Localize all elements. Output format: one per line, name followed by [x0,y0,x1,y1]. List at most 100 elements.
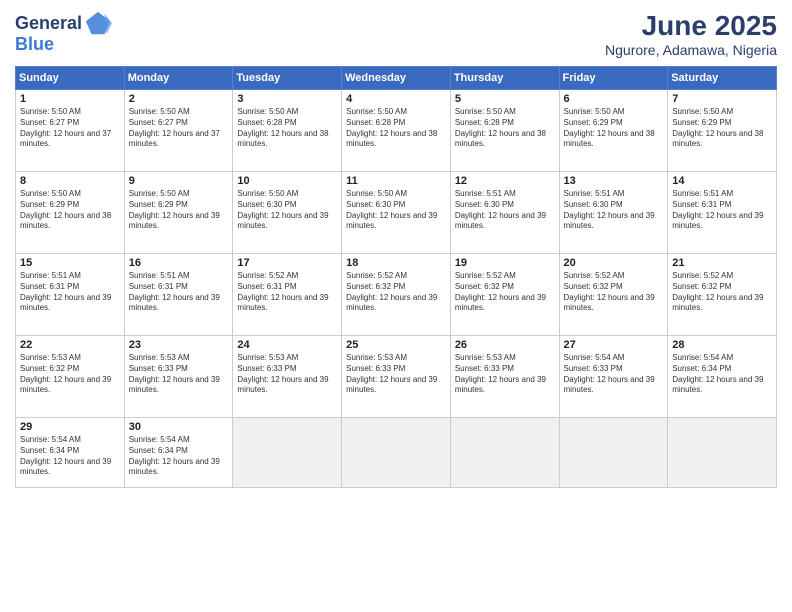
cell-info: Sunrise: 5:51 AMSunset: 6:30 PMDaylight:… [455,189,555,232]
calendar-cell: 6 Sunrise: 5:50 AMSunset: 6:29 PMDaylight… [559,90,668,172]
day-number: 18 [346,257,446,269]
calendar-cell: 19 Sunrise: 5:52 AMSunset: 6:32 PMDayligh… [450,254,559,336]
calendar-cell: 17 Sunrise: 5:52 AMSunset: 6:31 PMDayligh… [233,254,342,336]
cell-info: Sunrise: 5:50 AMSunset: 6:29 PMDaylight:… [129,189,229,232]
cell-info: Sunrise: 5:50 AMSunset: 6:28 PMDaylight:… [346,107,446,150]
calendar-cell [233,418,342,488]
cell-info: Sunrise: 5:50 AMSunset: 6:30 PMDaylight:… [237,189,337,232]
calendar-day-header: Friday [559,67,668,90]
day-number: 5 [455,93,555,105]
calendar-cell: 14 Sunrise: 5:51 AMSunset: 6:31 PMDayligh… [668,172,777,254]
calendar-cell: 8Sunrise: 5:50 AMSunset: 6:29 PMDaylight… [16,172,125,254]
day-number: 30 [129,421,229,433]
calendar-cell: 30Sunrise: 5:54 AMSunset: 6:34 PMDayligh… [124,418,233,488]
cell-info: Sunrise: 5:51 AMSunset: 6:31 PMDaylight:… [20,271,120,314]
calendar-header-row: SundayMondayTuesdayWednesdayThursdayFrid… [16,67,777,90]
cell-info: Sunrise: 5:53 AMSunset: 6:33 PMDaylight:… [455,353,555,396]
calendar-day-header: Monday [124,67,233,90]
cell-info: Sunrise: 5:50 AMSunset: 6:29 PMDaylight:… [672,107,772,150]
cell-info: Sunrise: 5:52 AMSunset: 6:31 PMDaylight:… [237,271,337,314]
title-block: June 2025 Ngurore, Adamawa, Nigeria [605,10,777,58]
calendar-cell: 26 Sunrise: 5:53 AMSunset: 6:33 PMDayligh… [450,336,559,418]
calendar-cell: 15 Sunrise: 5:51 AMSunset: 6:31 PMDayligh… [16,254,125,336]
day-number: 6 [564,93,664,105]
calendar-cell: 20 Sunrise: 5:52 AMSunset: 6:32 PMDayligh… [559,254,668,336]
header: General Blue June 2025 Ngurore, Adamawa,… [15,10,777,58]
cell-info: Sunrise: 5:54 AMSunset: 6:33 PMDaylight:… [564,353,664,396]
day-number: 9 [129,175,229,187]
calendar-cell: 3Sunrise: 5:50 AMSunset: 6:28 PMDaylight… [233,90,342,172]
day-number: 29 [20,421,120,433]
calendar-cell: 22Sunrise: 5:53 AMSunset: 6:32 PMDayligh… [16,336,125,418]
calendar-cell: 16 Sunrise: 5:51 AMSunset: 6:31 PMDayligh… [124,254,233,336]
calendar-day-header: Wednesday [342,67,451,90]
calendar-cell [559,418,668,488]
calendar-cell: 2 Sunrise: 5:50 AMSunset: 6:27 PMDaylight… [124,90,233,172]
cell-info: Sunrise: 5:53 AMSunset: 6:33 PMDaylight:… [346,353,446,396]
cell-info: Sunrise: 5:53 AMSunset: 6:32 PMDaylight:… [20,353,120,396]
day-number: 11 [346,175,446,187]
cell-info: Sunrise: 5:53 AMSunset: 6:33 PMDaylight:… [237,353,337,396]
cell-info: Sunrise: 5:54 AMSunset: 6:34 PMDaylight:… [20,435,120,478]
day-number: 21 [672,257,772,269]
cell-info: Sunrise: 5:51 AMSunset: 6:30 PMDaylight:… [564,189,664,232]
day-number: 14 [672,175,772,187]
day-number: 24 [237,339,337,351]
calendar-cell: 27 Sunrise: 5:54 AMSunset: 6:33 PMDayligh… [559,336,668,418]
logo-text: General [15,14,82,34]
day-number: 7 [672,93,772,105]
cell-info: Sunrise: 5:52 AMSunset: 6:32 PMDaylight:… [455,271,555,314]
calendar-week-row: 29 Sunrise: 5:54 AMSunset: 6:34 PMDayligh… [16,418,777,488]
day-number: 10 [237,175,337,187]
calendar-cell [668,418,777,488]
day-number: 17 [237,257,337,269]
cell-info: Sunrise: 5:51 AMSunset: 6:31 PMDaylight:… [672,189,772,232]
day-number: 4 [346,93,446,105]
day-number: 12 [455,175,555,187]
calendar-cell: 1Sunrise: 5:50 AMSunset: 6:27 PMDaylight… [16,90,125,172]
day-number: 16 [129,257,229,269]
cell-info: Sunrise: 5:50 AMSunset: 6:28 PMDaylight:… [237,107,337,150]
day-number: 20 [564,257,664,269]
logo-icon [84,10,112,38]
calendar-cell: 25 Sunrise: 5:53 AMSunset: 6:33 PMDayligh… [342,336,451,418]
day-number: 2 [129,93,229,105]
calendar-week-row: 15 Sunrise: 5:51 AMSunset: 6:31 PMDayligh… [16,254,777,336]
day-number: 15 [20,257,120,269]
calendar-day-header: Sunday [16,67,125,90]
day-number: 1 [20,93,120,105]
calendar-cell [342,418,451,488]
calendar-cell: 13Sunrise: 5:51 AMSunset: 6:30 PMDayligh… [559,172,668,254]
calendar-cell: 10 Sunrise: 5:50 AMSunset: 6:30 PMDayligh… [233,172,342,254]
calendar-week-row: 1 Sunrise: 5:50 AMSunset: 6:27 PMDaylight… [16,90,777,172]
calendar-day-header: Saturday [668,67,777,90]
day-number: 27 [564,339,664,351]
page: General Blue June 2025 Ngurore, Adamawa,… [0,0,792,612]
cell-info: Sunrise: 5:50 AMSunset: 6:28 PMDaylight:… [455,107,555,150]
calendar-week-row: 22Sunrise: 5:53 AMSunset: 6:32 PMDayligh… [16,336,777,418]
day-number: 25 [346,339,446,351]
cell-info: Sunrise: 5:51 AMSunset: 6:31 PMDaylight:… [129,271,229,314]
cell-info: Sunrise: 5:53 AMSunset: 6:33 PMDaylight:… [129,353,229,396]
cell-info: Sunrise: 5:52 AMSunset: 6:32 PMDaylight:… [346,271,446,314]
calendar-cell: 29 Sunrise: 5:54 AMSunset: 6:34 PMDayligh… [16,418,125,488]
day-number: 26 [455,339,555,351]
calendar-day-header: Thursday [450,67,559,90]
calendar-cell: 9 Sunrise: 5:50 AMSunset: 6:29 PMDaylight… [124,172,233,254]
location: Ngurore, Adamawa, Nigeria [605,42,777,58]
day-number: 28 [672,339,772,351]
day-number: 8 [20,175,120,187]
calendar-cell: 21 Sunrise: 5:52 AMSunset: 6:32 PMDayligh… [668,254,777,336]
day-number: 19 [455,257,555,269]
calendar-week-row: 8 Sunrise: 5:50 AMSunset: 6:29 PMDaylight… [16,172,777,254]
calendar-cell: 24 Sunrise: 5:53 AMSunset: 6:33 PMDayligh… [233,336,342,418]
cell-info: Sunrise: 5:50 AMSunset: 6:27 PMDaylight:… [129,107,229,150]
calendar-cell: 18 Sunrise: 5:52 AMSunset: 6:32 PMDayligh… [342,254,451,336]
calendar-day-header: Tuesday [233,67,342,90]
cell-info: Sunrise: 5:50 AMSunset: 6:29 PMDaylight:… [564,107,664,150]
calendar-cell: 4 Sunrise: 5:50 AMSunset: 6:28 PMDaylight… [342,90,451,172]
cell-info: Sunrise: 5:52 AMSunset: 6:32 PMDaylight:… [672,271,772,314]
calendar-cell: 5 Sunrise: 5:50 AMSunset: 6:28 PMDaylight… [450,90,559,172]
cell-info: Sunrise: 5:52 AMSunset: 6:32 PMDaylight:… [564,271,664,314]
calendar-cell: 23Sunrise: 5:53 AMSunset: 6:33 PMDayligh… [124,336,233,418]
